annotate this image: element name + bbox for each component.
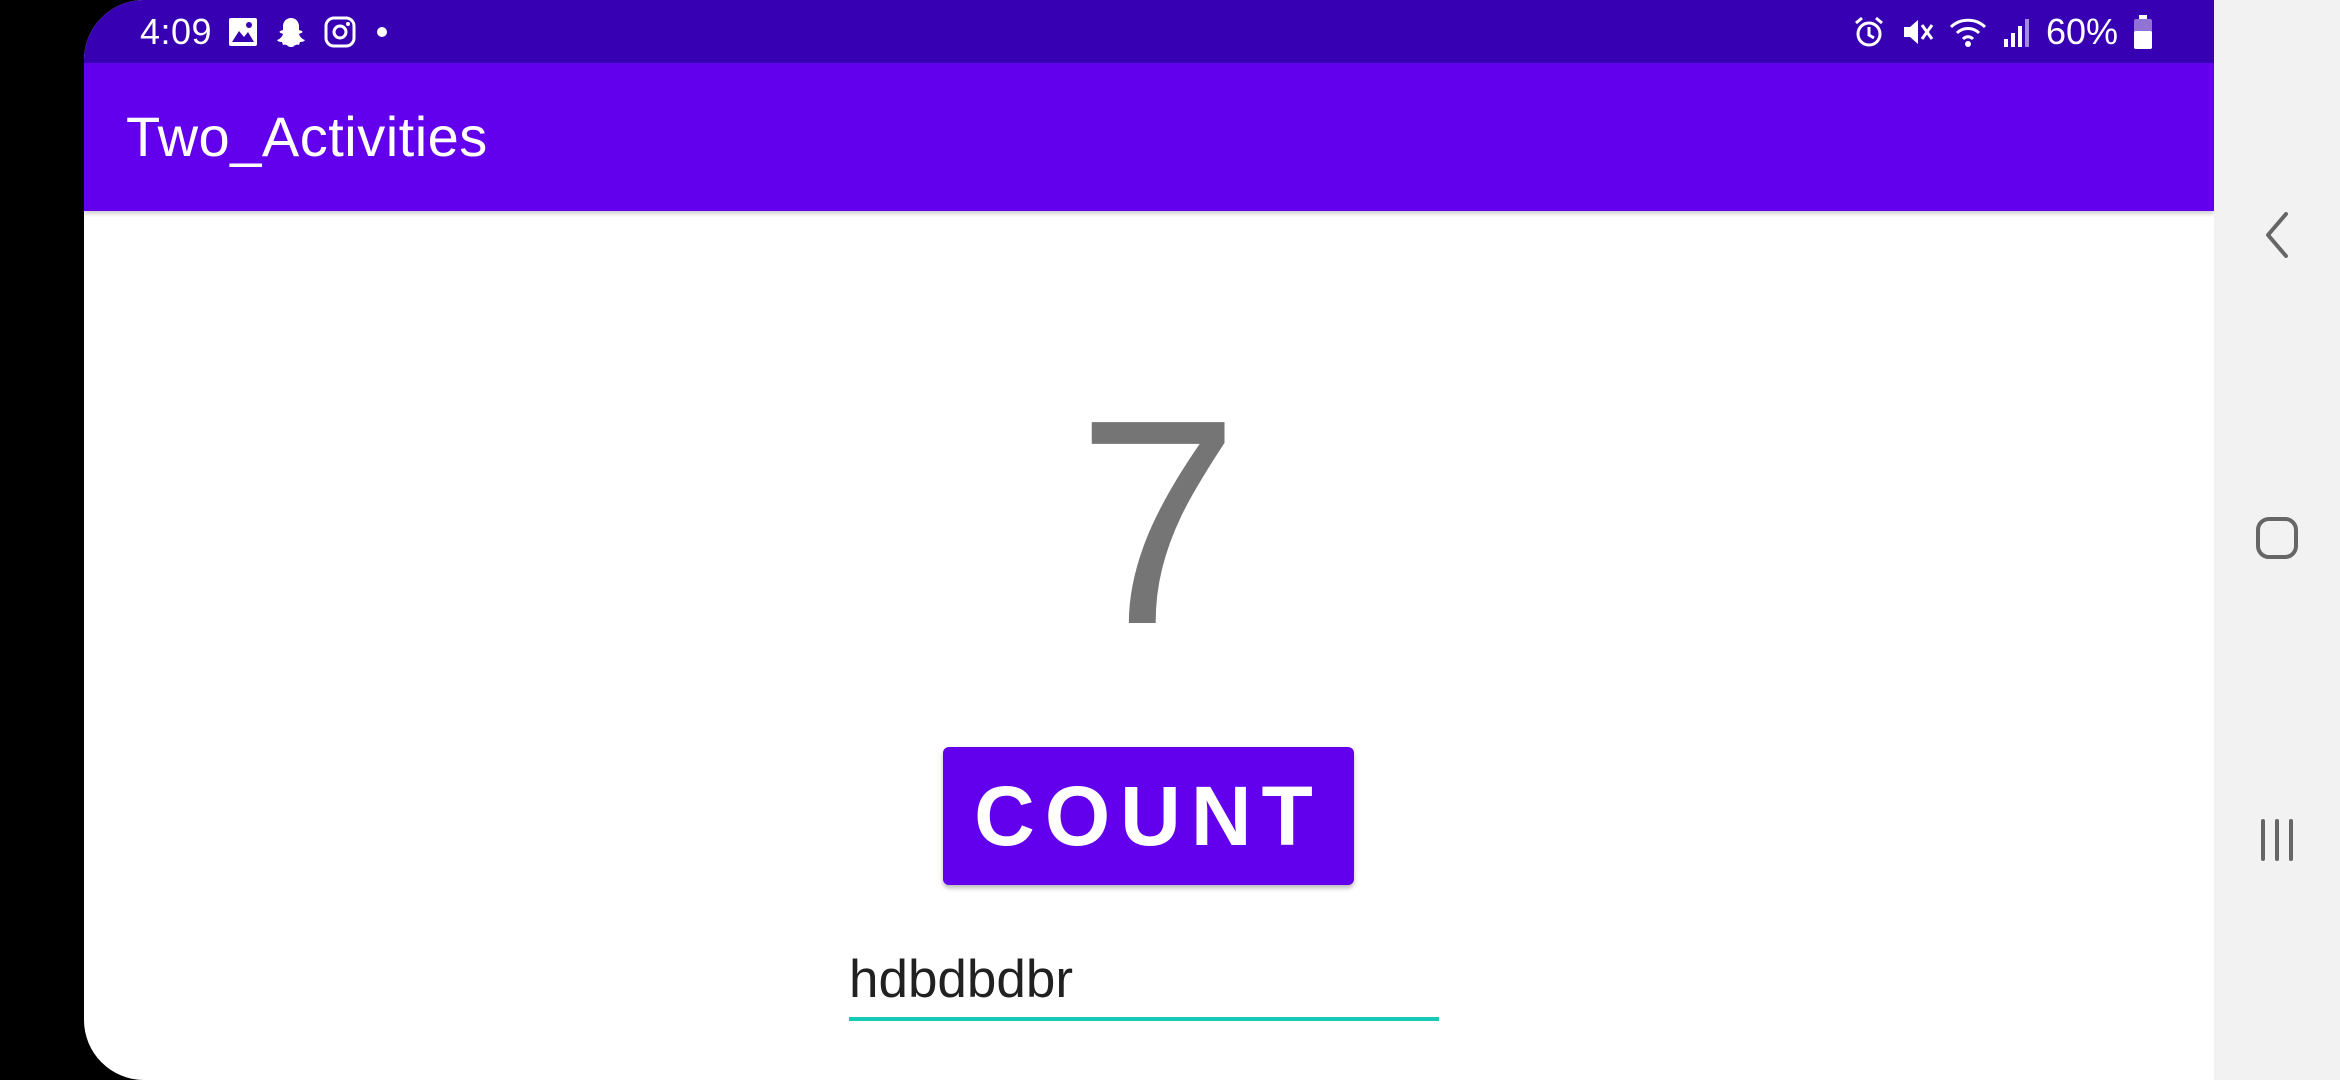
app-screen: 4:09 60% Two_Activities 7 COUNT hdbdbdbr [84,0,2214,1080]
back-button[interactable] [2214,185,2340,285]
snapchat-icon [274,15,308,49]
recents-icon [2257,817,2297,863]
count-button[interactable]: COUNT [943,747,1354,885]
app-bar: Two_Activities [84,63,2214,211]
home-button[interactable] [2214,488,2340,588]
home-icon [2254,515,2300,561]
recents-button[interactable] [2214,790,2340,890]
navigation-bar [2214,0,2340,1080]
status-time: 4:09 [140,10,213,52]
count-display: 7 [1076,359,1240,685]
wifi-icon [1948,15,1988,49]
dot-icon [372,22,392,42]
text-input[interactable] [849,942,1439,1021]
status-left: 4:09 [140,0,392,63]
app-title: Two_Activities [126,105,488,168]
gallery-icon [228,17,258,47]
back-icon [2262,210,2292,260]
mute-icon [1900,15,1934,49]
instagram-icon [324,16,356,48]
battery-icon [2132,14,2154,50]
status-right: 60% [1852,0,2154,63]
status-bar: 4:09 60% [84,0,2214,63]
battery-percent: 60% [2045,10,2118,52]
signal-icon [2002,15,2032,49]
alarm-icon [1852,15,1886,49]
